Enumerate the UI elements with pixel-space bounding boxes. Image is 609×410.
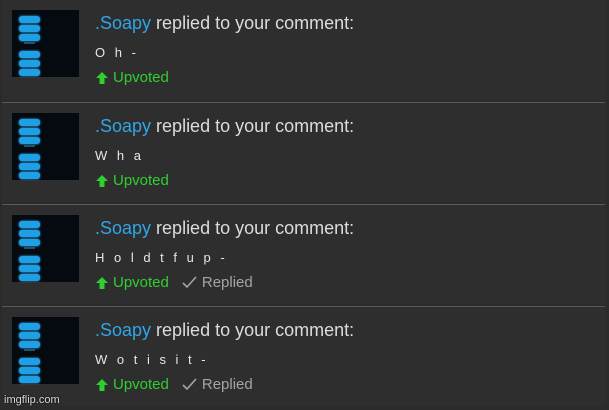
notification-actions: Upvoted xyxy=(95,69,169,86)
reply-text: W o t i s i t - xyxy=(95,352,209,367)
username-link[interactable]: .Soapy xyxy=(95,116,151,136)
reply-text: W h a xyxy=(95,148,144,163)
username-link[interactable]: .Soapy xyxy=(95,218,151,238)
upvote-label: Upvoted xyxy=(113,172,169,189)
upvote-label: Upvoted xyxy=(113,376,169,393)
upvote-label: Upvoted xyxy=(113,274,169,291)
notification-item[interactable]: .Soapy replied to your comment: O h - Up… xyxy=(2,0,605,100)
notification-action-text: replied to your comment: xyxy=(151,320,355,340)
notification-actions: Upvoted Replied xyxy=(95,274,253,291)
notification-action-text: replied to your comment: xyxy=(151,116,355,136)
notification-action-text: replied to your comment: xyxy=(151,13,355,33)
replied-button[interactable]: Replied xyxy=(182,274,253,291)
replied-label: Replied xyxy=(201,274,253,291)
replied-label: Replied xyxy=(201,376,253,393)
notification-item[interactable]: .Soapy replied to your comment: H o l d … xyxy=(2,204,605,304)
notification-actions: Upvoted Replied xyxy=(95,376,253,393)
arrow-up-icon xyxy=(96,174,108,187)
notification-headline: .Soapy replied to your comment: xyxy=(95,116,354,137)
arrow-up-icon xyxy=(96,71,108,84)
notification-item[interactable]: .Soapy replied to your comment: W h a Up… xyxy=(2,102,605,202)
notification-headline: .Soapy replied to your comment: xyxy=(95,218,354,239)
avatar[interactable] xyxy=(12,113,79,180)
reply-text: H o l d t f u p - xyxy=(95,250,228,265)
avatar[interactable] xyxy=(12,317,79,384)
notification-actions: Upvoted xyxy=(95,172,169,189)
replied-button[interactable]: Replied xyxy=(182,376,253,393)
arrow-up-icon xyxy=(96,276,108,289)
imgflip-watermark: imgflip.com xyxy=(4,394,60,406)
upvote-button[interactable]: Upvoted xyxy=(95,274,169,291)
notification-headline: .Soapy replied to your comment: xyxy=(95,320,354,341)
avatar[interactable] xyxy=(12,215,79,282)
notification-headline: .Soapy replied to your comment: xyxy=(95,13,354,34)
upvote-label: Upvoted xyxy=(113,69,169,86)
checkmark-icon xyxy=(182,276,197,289)
username-link[interactable]: .Soapy xyxy=(95,320,151,340)
notification-action-text: replied to your comment: xyxy=(151,218,355,238)
avatar[interactable] xyxy=(12,10,79,77)
arrow-up-icon xyxy=(96,378,108,391)
reply-text: O h - xyxy=(95,45,139,60)
upvote-button[interactable]: Upvoted xyxy=(95,376,169,393)
username-link[interactable]: .Soapy xyxy=(95,13,151,33)
upvote-button[interactable]: Upvoted xyxy=(95,172,169,189)
checkmark-icon xyxy=(182,378,197,391)
notification-item[interactable]: .Soapy replied to your comment: W o t i … xyxy=(2,306,605,406)
notification-feed: .Soapy replied to your comment: O h - Up… xyxy=(0,0,609,410)
upvote-button[interactable]: Upvoted xyxy=(95,69,169,86)
